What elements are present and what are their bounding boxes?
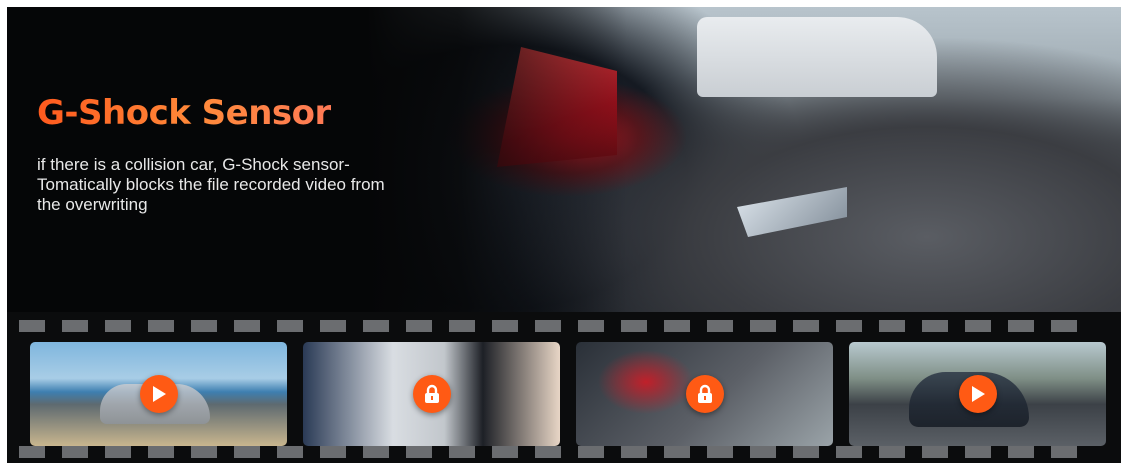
perforation [578, 320, 604, 332]
film-strip [7, 312, 1121, 463]
collision-hero-image [367, 7, 1121, 312]
film-perforations-bottom [19, 446, 1119, 458]
perforation [19, 446, 45, 458]
film-perforations-top [19, 320, 1119, 332]
perforation [449, 320, 475, 332]
perforation [965, 320, 991, 332]
lock-icon [697, 384, 712, 403]
perforation [277, 446, 303, 458]
perforation [62, 446, 88, 458]
g-shock-banner: G-Shock Sensor if there is a collision c… [7, 7, 1121, 463]
locked-file-badge[interactable] [412, 375, 451, 413]
play-icon [152, 386, 166, 402]
perforation [191, 446, 217, 458]
play-button[interactable] [958, 375, 997, 413]
perforation [836, 446, 862, 458]
perforation [1051, 320, 1077, 332]
perforation [234, 320, 260, 332]
perforation [406, 446, 432, 458]
perforation [406, 320, 432, 332]
perforation [707, 320, 733, 332]
perforation [965, 446, 991, 458]
perforation [879, 320, 905, 332]
hero-fade-overlay [367, 7, 627, 312]
play-button[interactable] [139, 375, 178, 413]
car-headlight [737, 187, 847, 237]
perforation [492, 446, 518, 458]
perforation [578, 446, 604, 458]
perforation [234, 446, 260, 458]
video-frames [30, 342, 1106, 446]
perforation [320, 320, 346, 332]
perforation [621, 446, 647, 458]
perforation [363, 446, 389, 458]
perforation [105, 446, 131, 458]
perforation [62, 320, 88, 332]
perforation [664, 320, 690, 332]
perforation [836, 320, 862, 332]
video-thumbnail-highway-drive[interactable] [849, 342, 1106, 446]
perforation [277, 320, 303, 332]
perforation [707, 446, 733, 458]
perforation [1008, 446, 1034, 458]
perforation [793, 446, 819, 458]
perforation [535, 446, 561, 458]
perforation [1051, 446, 1077, 458]
perforation [191, 320, 217, 332]
perforation [750, 320, 776, 332]
perforation [148, 320, 174, 332]
perforation [922, 446, 948, 458]
locked-file-badge[interactable] [685, 375, 724, 413]
play-icon [971, 386, 985, 402]
background-truck [697, 17, 937, 97]
perforation [621, 320, 647, 332]
perforation [1008, 320, 1034, 332]
perforation [320, 446, 346, 458]
perforation [750, 446, 776, 458]
lock-icon [424, 384, 439, 403]
perforation [363, 320, 389, 332]
feature-title: G-Shock Sensor [37, 93, 331, 133]
perforation [19, 320, 45, 332]
perforation [492, 320, 518, 332]
perforation [922, 320, 948, 332]
video-thumbnail-coastal-drive[interactable] [30, 342, 287, 446]
feature-description: if there is a collision car, G-Shock sen… [37, 155, 385, 214]
perforation [449, 446, 475, 458]
perforation [879, 446, 905, 458]
video-thumbnail-damage-inspection[interactable] [303, 342, 560, 446]
perforation [664, 446, 690, 458]
perforation [793, 320, 819, 332]
video-thumbnail-rear-collision[interactable] [576, 342, 833, 446]
perforation [148, 446, 174, 458]
perforation [105, 320, 131, 332]
perforation [535, 320, 561, 332]
